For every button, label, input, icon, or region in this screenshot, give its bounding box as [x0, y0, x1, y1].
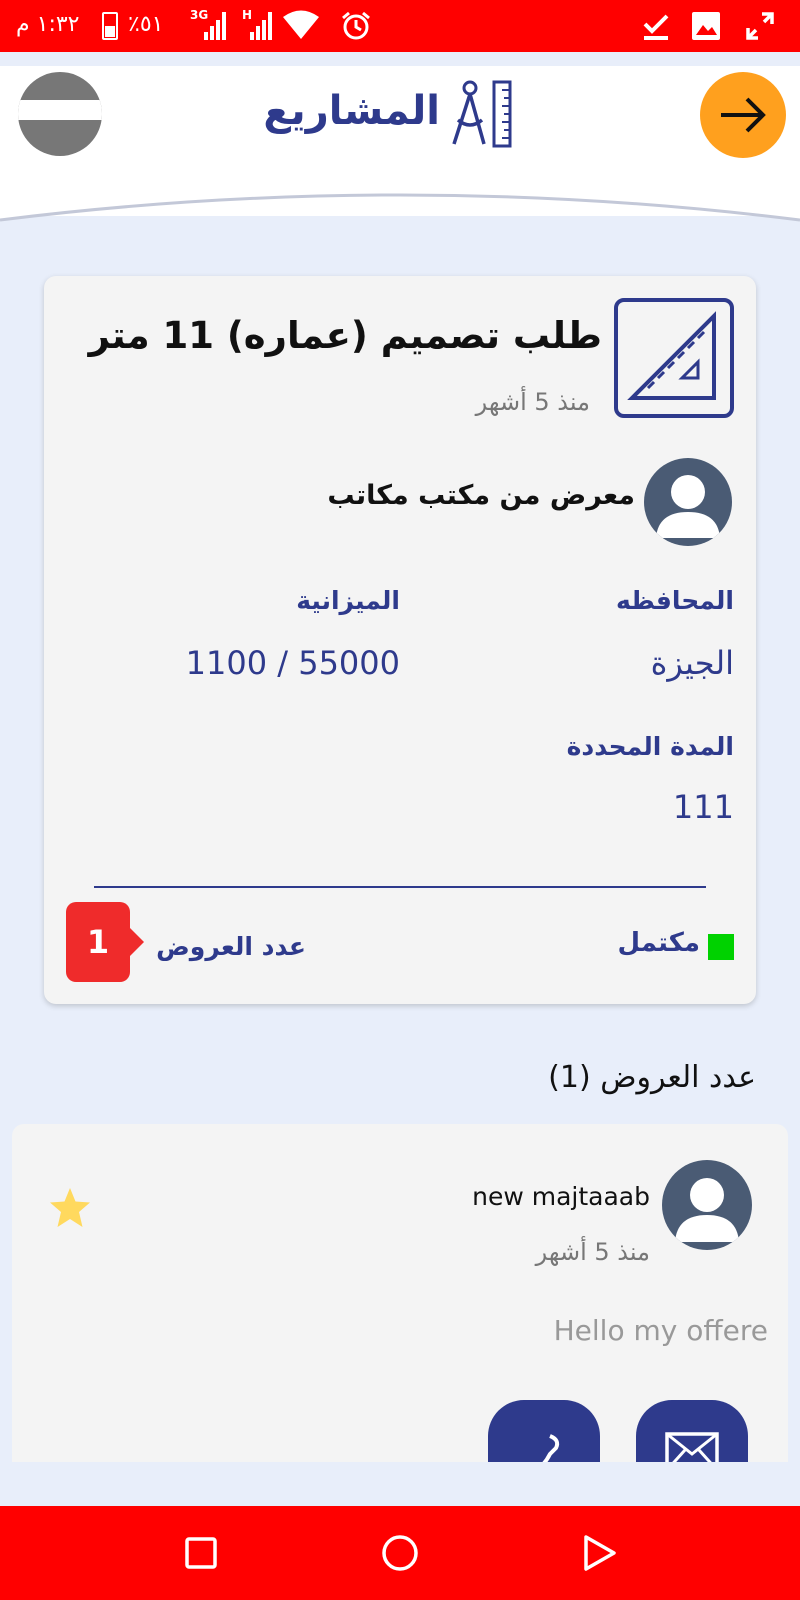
header-curve: [0, 180, 800, 222]
signal-3g-icon: [204, 12, 230, 40]
status-time: ١:٣٢ م: [16, 12, 80, 37]
signal-h-icon: [250, 12, 276, 40]
arrow-right-icon: [721, 97, 766, 133]
owner-name: معرض من مكتب مكاتب: [327, 480, 635, 511]
back-button[interactable]: [700, 72, 786, 158]
recent-apps-button[interactable]: [178, 1530, 224, 1576]
set-square-icon: [614, 298, 734, 418]
battery-icon: [102, 12, 118, 40]
status-text: مكتمل: [617, 928, 700, 958]
navigation-bar: [0, 1506, 800, 1600]
owner-avatar-icon: [644, 458, 732, 546]
home-button[interactable]: [377, 1530, 423, 1576]
budget-label: الميزانية: [296, 586, 400, 615]
offer-message: Hello my offere: [553, 1314, 768, 1347]
project-time-ago: منذ 5 أشهر: [475, 388, 590, 416]
project-title: طلب تصميم (عماره) 11 متر: [88, 314, 602, 357]
status-bar: ١:٣٢ م ٥١٪ 3G H: [0, 0, 800, 52]
image-icon: [692, 12, 720, 40]
star-icon[interactable]: [48, 1186, 92, 1230]
duration-value: 111: [672, 788, 734, 826]
card-divider: [94, 886, 706, 888]
profile-avatar[interactable]: [18, 72, 102, 156]
battery-percent: ٥١٪: [128, 12, 164, 37]
compass-ruler-icon: [452, 80, 512, 148]
wifi-icon: [283, 10, 319, 39]
alarm-icon: [342, 11, 370, 40]
back-nav-button[interactable]: [576, 1530, 622, 1576]
offer-time-ago: منذ 5 أشهر: [535, 1238, 650, 1266]
offer-avatar-icon: [662, 1160, 752, 1250]
content-bottom-edge: [0, 1462, 800, 1506]
offers-count-label: عدد العروض: [156, 932, 306, 961]
governorate-value: الجيزة: [650, 644, 734, 682]
offers-count-badge: 1: [66, 902, 144, 982]
duration-label: المدة المحددة: [566, 732, 734, 761]
offers-heading: عدد العروض (1): [548, 1060, 756, 1095]
download-done-icon: [643, 14, 669, 40]
budget-value: 1100 / 55000: [185, 644, 400, 682]
status-indicator: [708, 934, 734, 960]
offer-name: new majtaaab: [472, 1182, 650, 1211]
page-title: المشاريع: [263, 88, 440, 134]
governorate-label: المحافظه: [615, 586, 734, 615]
expand-icon: [746, 12, 774, 40]
